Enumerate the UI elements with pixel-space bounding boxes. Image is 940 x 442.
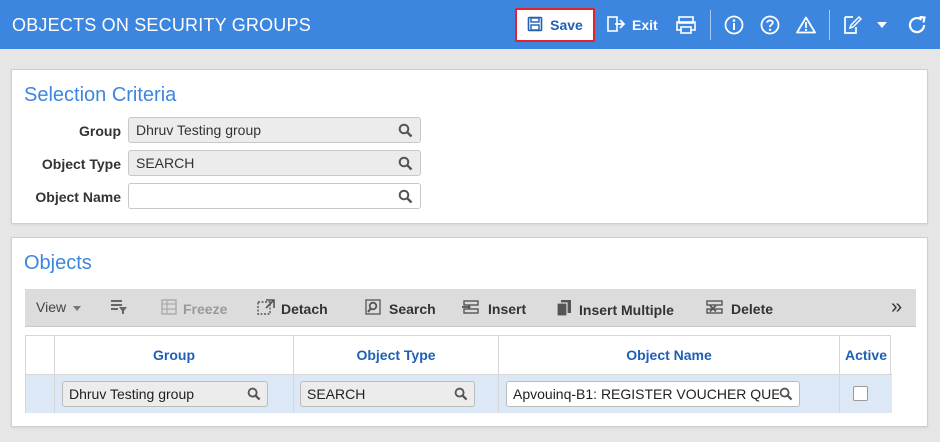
delete-button[interactable]: Delete [705, 299, 773, 318]
search-icon[interactable] [398, 123, 413, 141]
table-row-cell: Dhruv Testing group [55, 375, 294, 413]
row-object-name-value: Apvouinq-B1: REGISTER VOUCHER QUE [513, 386, 781, 402]
objects-toolbar: View Freeze Detach Search Insert Insert … [25, 289, 916, 327]
objects-title: Objects [24, 252, 92, 274]
row-object-name-input[interactable]: Apvouinq-B1: REGISTER VOUCHER QUE [506, 381, 800, 407]
insert-multiple-icon [555, 299, 573, 320]
search-icon[interactable] [454, 387, 468, 404]
insert-button[interactable]: Insert [462, 299, 526, 318]
column-header-object-name[interactable]: Object Name [499, 336, 840, 375]
freeze-icon [161, 299, 177, 318]
refresh-icon[interactable] [906, 14, 928, 36]
search-icon [365, 299, 383, 318]
table-row-cell: SEARCH [294, 375, 499, 413]
freeze-button[interactable]: Freeze [161, 299, 227, 318]
group-field-value: Dhruv Testing group [136, 122, 262, 138]
view-label: View [36, 299, 67, 315]
row-group-value: Dhruv Testing group [69, 386, 195, 402]
delete-label: Delete [731, 300, 774, 317]
insert-icon [462, 299, 482, 318]
column-header-group[interactable]: Group [55, 336, 294, 375]
edit-icon[interactable] [841, 14, 863, 36]
delete-row-icon [705, 299, 725, 318]
row-object-type-value: SEARCH [307, 386, 366, 402]
row-group-input[interactable]: Dhruv Testing group [62, 381, 268, 407]
table-row-cell: Apvouinq-B1: REGISTER VOUCHER QUE [499, 375, 840, 413]
row-selector[interactable] [26, 375, 55, 413]
object-name-field[interactable] [128, 183, 421, 209]
group-field[interactable]: Dhruv Testing group [128, 117, 421, 143]
search-icon[interactable] [398, 156, 413, 174]
page-title: OBJECTS ON SECURITY GROUPS [12, 15, 311, 35]
search-icon[interactable] [247, 387, 261, 404]
caret-down-icon [72, 299, 82, 315]
header-divider [829, 10, 830, 40]
dropdown-caret-icon[interactable] [871, 14, 893, 36]
header-divider [710, 10, 711, 40]
selection-criteria-title: Selection Criteria [24, 84, 177, 106]
exit-label: Exit [632, 17, 658, 33]
object-type-field-value: SEARCH [136, 155, 195, 171]
more-toolbar-button[interactable]: » [891, 296, 902, 319]
object-type-field[interactable]: SEARCH [128, 150, 421, 176]
print-icon[interactable] [675, 14, 697, 36]
insert-multiple-button[interactable]: Insert Multiple [555, 299, 674, 320]
column-header-object-type[interactable]: Object Type [294, 336, 499, 375]
object-name-label: Object Name [35, 189, 121, 205]
save-button[interactable]: Save [515, 8, 595, 42]
table-row-cell [840, 375, 892, 413]
active-checkbox[interactable] [853, 386, 868, 401]
column-header-active[interactable]: Active [840, 336, 892, 375]
row-selector-header [26, 336, 55, 375]
insert-label: Insert [488, 300, 527, 317]
help-icon[interactable] [759, 14, 781, 36]
detach-icon [257, 299, 275, 318]
insert-multiple-label: Insert Multiple [579, 301, 674, 318]
search-icon[interactable] [779, 387, 793, 404]
filter-columns-button[interactable] [110, 299, 128, 318]
save-icon [527, 16, 543, 35]
save-label: Save [550, 17, 583, 33]
freeze-label: Freeze [183, 300, 228, 317]
app-header: OBJECTS ON SECURITY GROUPS Save Exit [0, 0, 940, 49]
search-button[interactable]: Search [365, 299, 436, 318]
row-object-type-input[interactable]: SEARCH [300, 381, 475, 407]
info-icon[interactable] [723, 14, 745, 36]
object-type-label: Object Type [41, 156, 121, 172]
exit-button[interactable]: Exit [607, 8, 658, 42]
view-menu[interactable]: View [36, 299, 82, 315]
search-label: Search [389, 300, 436, 317]
exit-icon [607, 15, 626, 35]
objects-grid: Group Object Type Object Name Active Dhr… [25, 335, 892, 413]
search-icon[interactable] [398, 189, 413, 207]
warning-icon[interactable] [795, 14, 817, 36]
detach-label: Detach [281, 300, 328, 317]
filter-icon [110, 299, 128, 318]
group-label: Group [79, 123, 121, 139]
detach-button[interactable]: Detach [257, 299, 328, 318]
